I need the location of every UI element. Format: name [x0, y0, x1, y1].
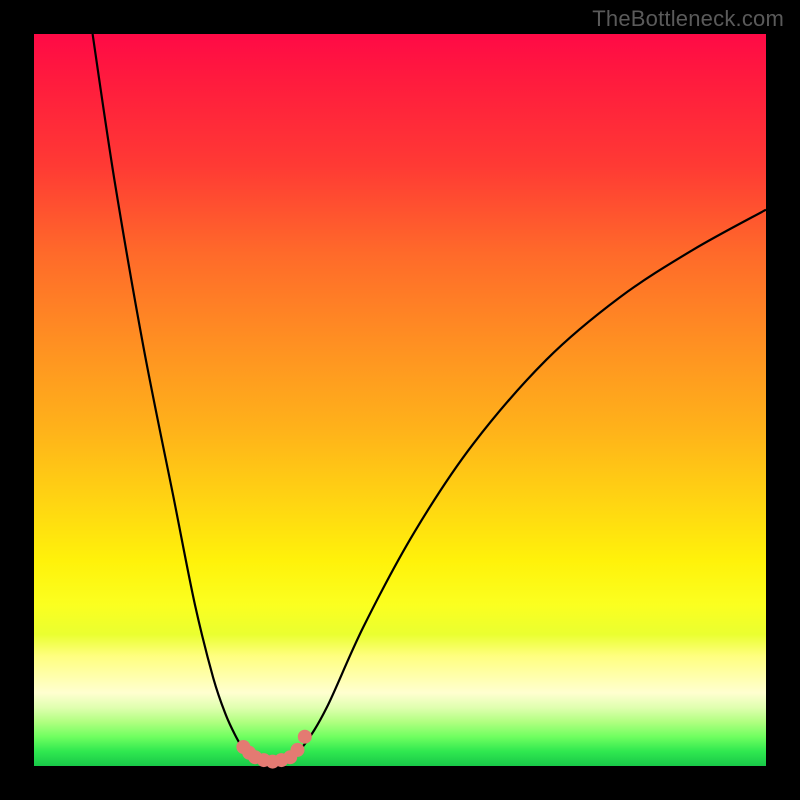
- valley-marker: [298, 730, 312, 744]
- valley-markers: [236, 730, 311, 769]
- chart-frame: TheBottleneck.com: [0, 0, 800, 800]
- curve-svg: [34, 34, 766, 766]
- curve-group: [93, 34, 766, 769]
- plot-area: [34, 34, 766, 766]
- watermark-text: TheBottleneck.com: [592, 6, 784, 32]
- valley-marker: [291, 743, 305, 757]
- bottleneck-curve: [93, 34, 766, 763]
